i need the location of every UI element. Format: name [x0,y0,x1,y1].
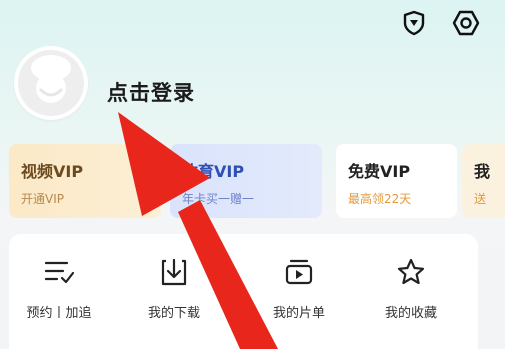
quick-action-label: 我的收藏 [384,306,437,321]
vip-card-subtitle: 年卡买一赠一 [182,192,255,206]
vip-card-title: 视频VIP [21,162,84,181]
vip-card-sports[interactable]: 体育VIP 年卡买一赠一 [170,144,322,218]
quick-action-favorites[interactable]: 我的收藏 [361,256,461,321]
download-icon [124,256,224,288]
vip-card-subtitle: 开通VIP [21,192,64,206]
header-actions [399,8,481,38]
vip-card-subtitle: 最高领22天 [348,192,412,206]
quick-action-label: 预约丨加追 [26,306,92,321]
quick-action-reservations[interactable]: 预约丨加追 [9,256,109,321]
avatar[interactable] [14,46,88,120]
vip-card-title: 免费VIP [348,162,411,181]
quick-actions-panel: 预约丨加追 我的下载 我的片单 我的收藏 [9,234,478,349]
star-icon [361,256,461,288]
checklist-icon [9,256,109,288]
vip-card-video[interactable]: 视频VIP 开通VIP [9,144,161,218]
quick-action-playlist[interactable]: 我的片单 [249,256,349,321]
vip-cards: 视频VIP 开通VIP 体育VIP 年卡买一赠一 免费VIP 最高领22天 我 … [9,144,505,218]
playlist-icon [249,256,349,288]
settings-icon[interactable] [451,8,481,38]
vip-card-title: 体育VIP [182,162,245,181]
quick-action-label: 我的下载 [147,306,200,321]
vip-card-title: 我 [474,162,491,181]
default-avatar-icon [18,50,84,116]
vip-card-more[interactable]: 我 送 [462,144,505,218]
quick-action-downloads[interactable]: 我的下载 [124,256,224,321]
vip-card-subtitle: 送 [474,192,487,206]
quick-action-label: 我的片单 [272,306,325,321]
shield-icon[interactable] [399,8,429,38]
vip-card-free[interactable]: 免费VIP 最高领22天 [336,144,457,218]
login-button[interactable]: 点击登录 [107,77,195,107]
